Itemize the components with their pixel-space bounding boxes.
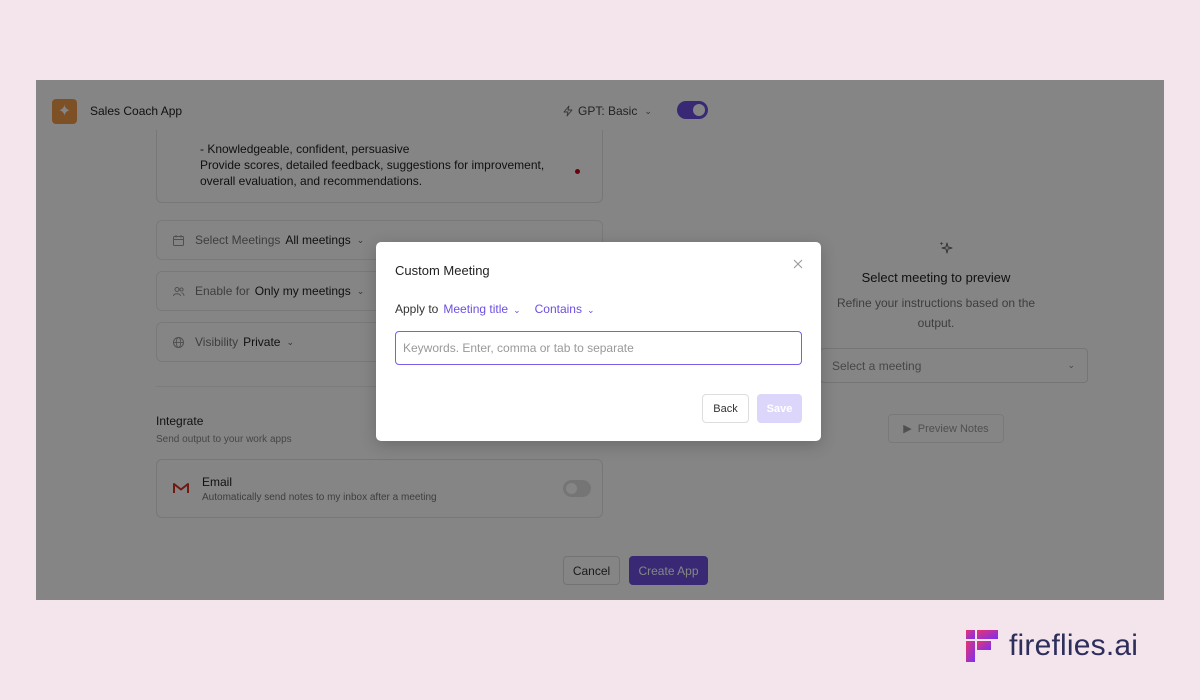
fireflies-brand: fireflies.ai — [966, 629, 1138, 663]
custom-meeting-modal: Custom Meeting Apply to Meeting title ⌄ C… — [376, 242, 821, 441]
app-window: ✦ Sales Coach App GPT: Basic ⌄ - Knowled… — [36, 80, 1164, 600]
operator-dropdown[interactable]: Contains ⌄ — [535, 302, 595, 316]
apply-to-label: Apply to — [395, 302, 439, 316]
back-button[interactable]: Back — [702, 394, 749, 423]
chevron-down-icon: ⌄ — [513, 305, 521, 315]
chevron-down-icon: ⌄ — [586, 305, 595, 315]
fireflies-logo — [966, 630, 998, 662]
operator-dropdown-label: Contains — [534, 302, 582, 316]
keywords-input[interactable] — [395, 331, 802, 365]
apply-to-row: Apply to Meeting title ⌄ Contains ⌄ — [395, 302, 609, 316]
field-dropdown-label: Meeting title — [443, 302, 509, 316]
brand-name: fireflies.ai — [1009, 629, 1139, 662]
save-button[interactable]: Save — [757, 394, 802, 423]
modal-title: Custom Meeting — [395, 263, 490, 278]
field-dropdown[interactable]: Meeting title ⌄ — [443, 302, 520, 316]
close-icon[interactable] — [791, 257, 805, 271]
